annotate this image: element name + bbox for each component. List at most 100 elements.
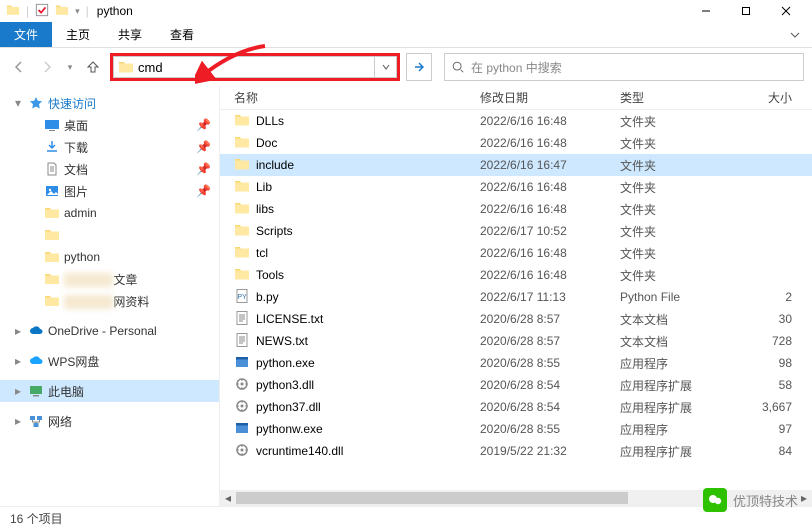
col-header-name[interactable]: 名称	[220, 89, 480, 106]
file-type: 文件夹	[620, 245, 750, 262]
file-row[interactable]: pythonw.exe2020/6/28 8:55应用程序97	[220, 418, 812, 440]
file-date: 2022/6/16 16:47	[480, 158, 620, 172]
file-size: 84	[750, 444, 812, 458]
watermark: 优顶特技术	[703, 488, 798, 512]
col-header-type[interactable]: 类型	[620, 89, 750, 106]
file-row[interactable]: include2022/6/16 16:47文件夹	[220, 154, 812, 176]
pin-icon: 📌	[196, 140, 211, 154]
file-row[interactable]: python3.dll2020/6/28 8:54应用程序扩展58	[220, 374, 812, 396]
file-size: 97	[750, 422, 812, 436]
scroll-left-icon[interactable]: ◂	[220, 490, 236, 506]
file-type: 文件夹	[620, 223, 750, 240]
desktop-icon	[44, 117, 60, 133]
file-date: 2020/6/28 8:55	[480, 356, 620, 370]
file-row[interactable]: tcl2022/6/16 16:48文件夹	[220, 242, 812, 264]
file-name: python.exe	[256, 356, 315, 370]
search-placeholder: 在 python 中搜索	[471, 59, 562, 76]
col-header-size[interactable]: 大小	[750, 89, 812, 106]
file-size: 58	[750, 378, 812, 392]
file-date: 2020/6/28 8:54	[480, 400, 620, 414]
file-row[interactable]: Tools2022/6/16 16:48文件夹	[220, 264, 812, 286]
address-input[interactable]	[138, 60, 370, 75]
scroll-right-icon[interactable]: ▸	[796, 490, 812, 506]
qat-dropdown-icon[interactable]: ▾	[75, 6, 80, 17]
star-icon	[28, 95, 44, 111]
file-type: 应用程序	[620, 355, 750, 372]
file-row[interactable]: Scripts2022/6/17 10:52文件夹	[220, 220, 812, 242]
txt-icon	[234, 310, 250, 329]
sidebar-wps[interactable]: ▸ WPS网盘	[0, 350, 219, 372]
file-row[interactable]: python37.dll2020/6/28 8:54应用程序扩展3,667	[220, 396, 812, 418]
sidebar-onedrive[interactable]: ▸ OneDrive - Personal	[0, 320, 219, 342]
cloud-icon	[28, 353, 44, 369]
file-size: 728	[750, 334, 812, 348]
file-date: 2022/6/16 16:48	[480, 114, 620, 128]
file-date: 2020/6/28 8:57	[480, 334, 620, 348]
maximize-button[interactable]	[726, 0, 766, 22]
sidebar-item-blurred[interactable]: 文章	[0, 268, 219, 290]
file-type: 文件夹	[620, 113, 750, 130]
sidebar-documents[interactable]: 文档 📌	[0, 158, 219, 180]
sidebar-downloads[interactable]: 下载 📌	[0, 136, 219, 158]
recent-dropdown-icon[interactable]: ▾	[64, 56, 76, 78]
sidebar-network[interactable]: ▸ 网络	[0, 410, 219, 432]
titlebar: | ▾ | python	[0, 0, 812, 22]
file-date: 2019/5/22 21:32	[480, 444, 620, 458]
sidebar-quick-access[interactable]: ▾ 快速访问	[0, 92, 219, 114]
file-type: 文本文档	[620, 333, 750, 350]
file-row[interactable]: PYb.py2022/6/17 11:13Python File2	[220, 286, 812, 308]
ribbon-expand-icon[interactable]	[778, 22, 812, 47]
tab-view[interactable]: 查看	[156, 22, 208, 47]
sidebar-desktop[interactable]: 桌面 📌	[0, 114, 219, 136]
sidebar-item-blurred[interactable]: 网资料	[0, 290, 219, 312]
cloud-icon	[28, 323, 44, 339]
file-row[interactable]: python.exe2020/6/28 8:55应用程序98	[220, 352, 812, 374]
tab-home[interactable]: 主页	[52, 22, 104, 47]
file-row[interactable]: NEWS.txt 2020/6/28 8:57文本文档728	[220, 330, 812, 352]
file-date: 2022/6/16 16:48	[480, 268, 620, 282]
file-date: 2020/6/28 8:54	[480, 378, 620, 392]
file-list[interactable]: DLLs2022/6/16 16:48文件夹Doc2022/6/16 16:48…	[220, 110, 812, 490]
folder-icon[interactable]	[55, 3, 69, 20]
sidebar-admin[interactable]: admin	[0, 202, 219, 224]
up-button[interactable]	[82, 56, 104, 78]
forward-button[interactable]	[36, 56, 58, 78]
file-date: 2022/6/17 11:13	[480, 290, 620, 304]
qat-divider: |	[86, 4, 89, 18]
py-icon: PY	[234, 288, 250, 307]
file-name: python37.dll	[256, 400, 321, 414]
exe-icon	[234, 354, 250, 373]
file-row[interactable]: vcruntime140.dll2019/5/22 21:32应用程序扩展84	[220, 440, 812, 462]
file-type: 文件夹	[620, 179, 750, 196]
sidebar-pictures[interactable]: 图片 📌	[0, 180, 219, 202]
address-dropdown-icon[interactable]	[375, 56, 397, 78]
file-row[interactable]: DLLs 2022/6/16 16:48文件夹	[220, 110, 812, 132]
tab-file[interactable]: 文件	[0, 22, 52, 47]
tab-share[interactable]: 共享	[104, 22, 156, 47]
search-box[interactable]: 在 python 中搜索	[444, 53, 804, 81]
file-name: libs	[256, 202, 274, 216]
col-header-date[interactable]: 修改日期	[480, 89, 620, 106]
pictures-icon	[44, 183, 60, 199]
file-type: 文件夹	[620, 157, 750, 174]
qat-checkbox-checked[interactable]	[35, 3, 49, 20]
scroll-thumb[interactable]	[236, 492, 628, 504]
back-button[interactable]	[8, 56, 30, 78]
file-row[interactable]: libs2022/6/16 16:48文件夹	[220, 198, 812, 220]
file-type: 文件夹	[620, 201, 750, 218]
minimize-button[interactable]	[686, 0, 726, 22]
sidebar-item-blurred[interactable]	[0, 224, 219, 246]
folder-icon	[6, 3, 20, 20]
file-name: pythonw.exe	[256, 422, 323, 436]
go-button[interactable]	[406, 53, 432, 81]
file-row[interactable]: LICENSE.txt2020/6/28 8:57文本文档30	[220, 308, 812, 330]
sidebar-this-pc[interactable]: ▸ 此电脑	[0, 380, 219, 402]
address-bar[interactable]	[110, 53, 400, 81]
file-name: NEWS.txt	[256, 334, 308, 348]
content-area: 名称 修改日期 类型 大小 DLLs2022/6/16 16:48文件夹Doc2…	[220, 86, 812, 506]
sidebar-python[interactable]: python	[0, 246, 219, 268]
file-name: DLLs	[256, 114, 284, 128]
file-row[interactable]: Lib2022/6/16 16:48文件夹	[220, 176, 812, 198]
close-button[interactable]	[766, 0, 806, 22]
file-row[interactable]: Doc2022/6/16 16:48文件夹	[220, 132, 812, 154]
